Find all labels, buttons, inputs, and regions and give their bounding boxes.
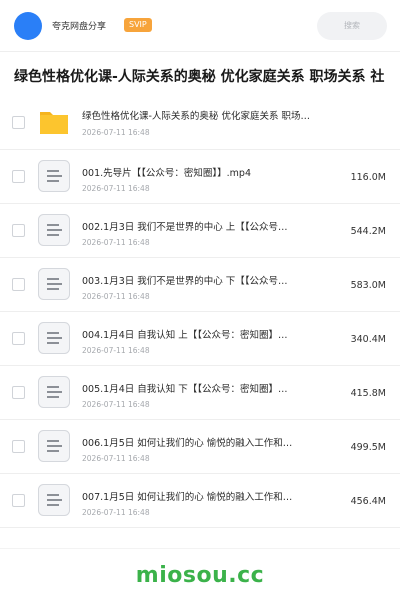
watermark: miosou.cc <box>135 563 265 588</box>
select-checkbox[interactable] <box>12 170 25 183</box>
file-name: 004.1月4日 自我认知 上【【公众号：密知圈】… <box>82 330 288 341</box>
file-date: 2026-07-11 16:48 <box>82 238 150 247</box>
file-name: 005.1月4日 自我认知 下【【公众号：密知圈】… <box>82 384 288 395</box>
file-name: 003.1月3日 我们不是世界的中心 下【【公众号… <box>82 276 288 287</box>
file-name: 001.先导片【【公众号：密知圈】】.mp4 <box>82 168 252 179</box>
file-size: 583.0M <box>350 280 386 291</box>
file-date: 2026-07-11 16:48 <box>82 400 150 409</box>
file-row[interactable]: 004.1月4日 自我认知 上【【公众号：密知圈】… 2026-07-11 16:… <box>0 312 400 366</box>
page-title: 绿色性格优化课-人际关系的奥秘 优化家庭关系 职场关系 社 <box>14 69 385 85</box>
file-row[interactable]: 006.1月5日 如何让我们的心 愉悦的融入工作和… 2026-07-11 16:… <box>0 420 400 474</box>
document-icon <box>38 160 70 192</box>
folder-row[interactable]: 绿色性格优化课-人际关系的奥秘 优化家庭关系 职场… 2026-07-11 16:… <box>0 96 400 150</box>
document-icon <box>38 430 70 462</box>
file-size: 116.0M <box>350 172 386 183</box>
file-size: 456.4M <box>350 496 386 507</box>
file-date: 2026-07-11 16:48 <box>82 508 150 517</box>
file-date: 2026-07-11 16:48 <box>82 346 150 355</box>
file-date: 2026-07-11 16:48 <box>82 128 150 137</box>
avatar[interactable] <box>14 12 42 40</box>
select-checkbox[interactable] <box>12 224 25 237</box>
file-name: 006.1月5日 如何让我们的心 愉悦的融入工作和… <box>82 438 293 449</box>
select-checkbox[interactable] <box>12 386 25 399</box>
document-icon <box>38 376 70 408</box>
file-date: 2026-07-11 16:48 <box>82 454 150 463</box>
file-row[interactable]: 001.先导片【【公众号：密知圈】】.mp4 2026-07-11 16:48 11… <box>0 150 400 204</box>
file-name: 002.1月3日 我们不是世界的中心 上【【公众号… <box>82 222 288 233</box>
file-list: 绿色性格优化课-人际关系的奥秘 优化家庭关系 职场… 2026-07-11 16:… <box>0 96 400 528</box>
file-size: 499.5M <box>350 442 386 453</box>
select-checkbox[interactable] <box>12 278 25 291</box>
file-row[interactable]: 003.1月3日 我们不是世界的中心 下【【公众号… 2026-07-11 16:… <box>0 258 400 312</box>
app-title: 夸克网盘分享 <box>52 22 107 32</box>
file-date: 2026-07-11 16:48 <box>82 292 150 301</box>
file-size: 544.2M <box>350 226 386 237</box>
select-checkbox[interactable] <box>12 116 25 129</box>
select-checkbox[interactable] <box>12 332 25 345</box>
svip-badge: SVIP <box>124 18 152 32</box>
file-row[interactable]: 002.1月3日 我们不是世界的中心 上【【公众号… 2026-07-11 16:… <box>0 204 400 258</box>
file-size: 415.8M <box>350 388 386 399</box>
document-icon <box>38 322 70 354</box>
select-checkbox[interactable] <box>12 440 25 453</box>
file-name: 007.1月5日 如何让我们的心 愉悦的融入工作和… <box>82 492 293 503</box>
file-row[interactable]: 005.1月4日 自我认知 下【【公众号：密知圈】… 2026-07-11 16:… <box>0 366 400 420</box>
folder-icon <box>38 106 70 138</box>
select-checkbox[interactable] <box>12 494 25 507</box>
search-button[interactable]: 搜索 <box>317 12 387 40</box>
file-row[interactable]: 007.1月5日 如何让我们的心 愉悦的融入工作和… 2026-07-11 16:… <box>0 474 400 528</box>
file-date: 2026-07-11 16:48 <box>82 184 150 193</box>
file-size: 340.4M <box>350 334 386 345</box>
document-icon <box>38 214 70 246</box>
document-icon <box>38 268 70 300</box>
document-icon <box>38 484 70 516</box>
header: 夸克网盘分享 SVIP 搜索 <box>0 0 400 52</box>
